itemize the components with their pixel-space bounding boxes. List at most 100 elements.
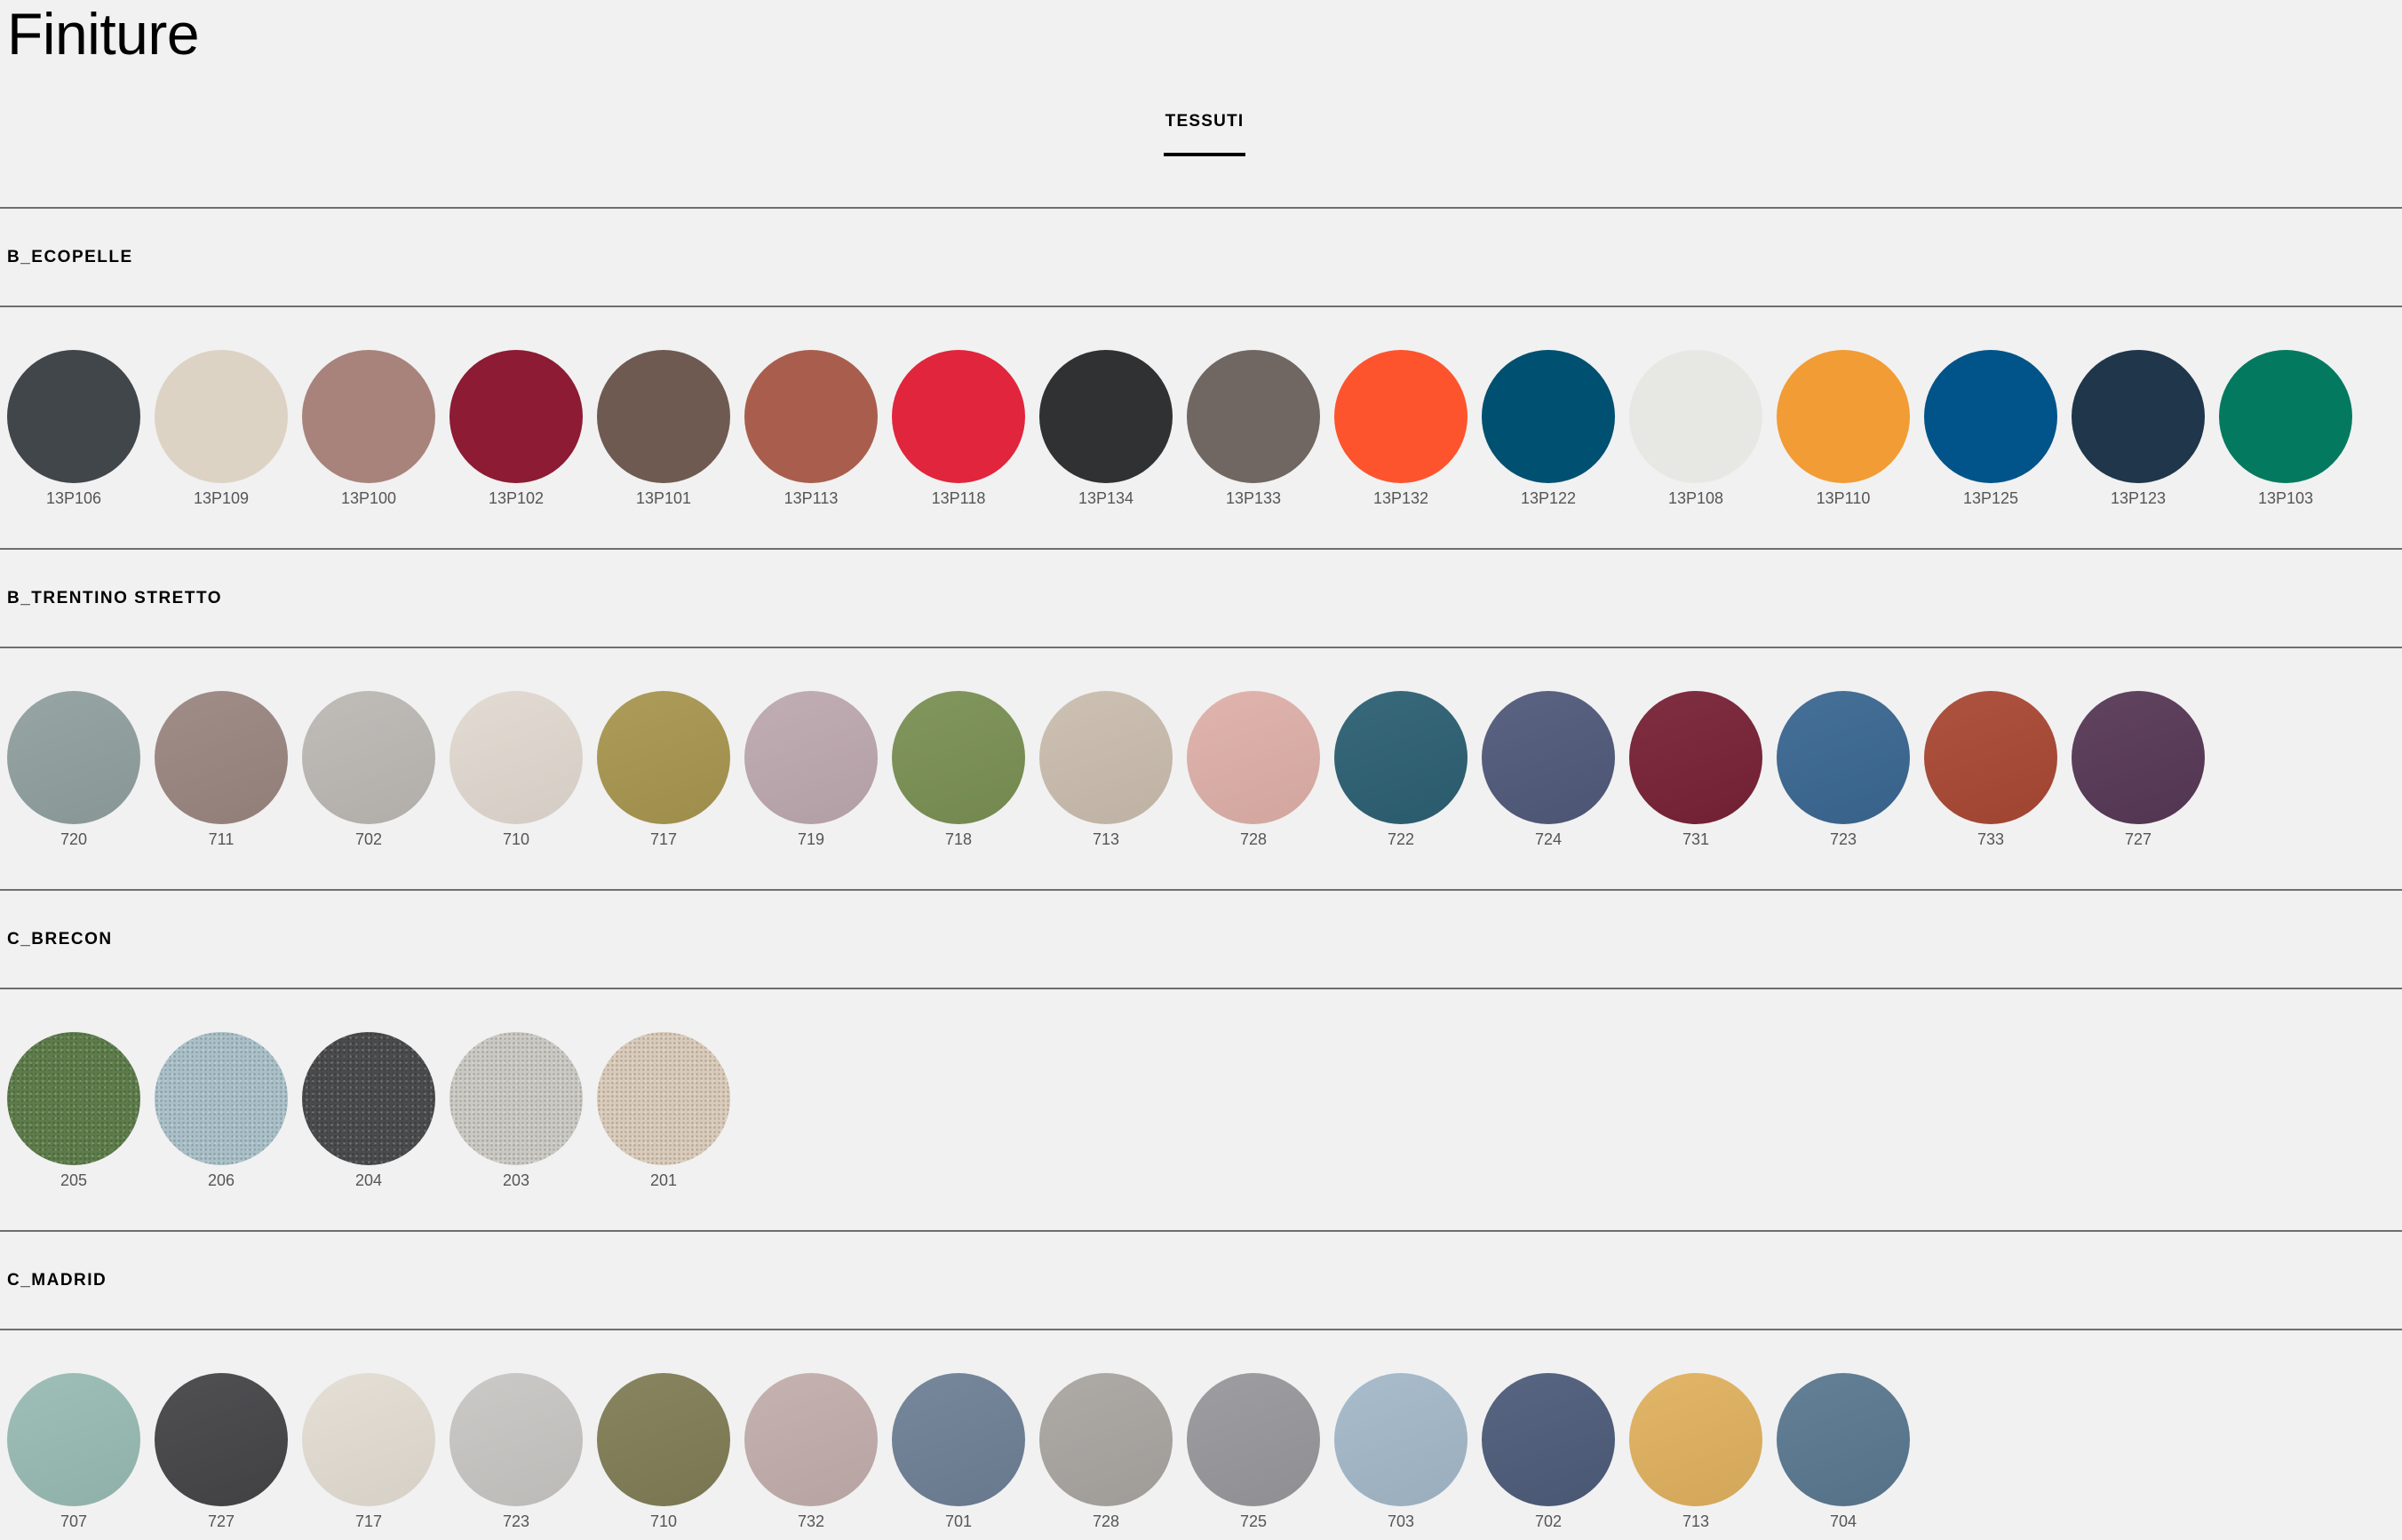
color-swatch[interactable]: 713 (1629, 1373, 1762, 1531)
swatch-color-circle[interactable] (1039, 691, 1173, 824)
color-swatch[interactable]: 728 (1039, 1373, 1173, 1531)
swatch-color-circle[interactable] (2072, 691, 2205, 824)
color-swatch[interactable]: 703 (1334, 1373, 1467, 1531)
color-swatch[interactable]: 732 (744, 1373, 878, 1531)
color-swatch[interactable]: 713 (1039, 691, 1173, 849)
color-swatch[interactable]: 727 (155, 1373, 288, 1531)
color-swatch[interactable]: 710 (449, 691, 583, 849)
color-swatch[interactable]: 717 (597, 691, 730, 849)
color-swatch[interactable]: 702 (302, 691, 435, 849)
color-swatch[interactable]: 733 (1924, 691, 2057, 849)
color-swatch[interactable]: 707 (7, 1373, 140, 1531)
swatch-color-circle[interactable] (7, 1032, 140, 1165)
swatch-color-circle[interactable] (892, 691, 1025, 824)
color-swatch[interactable]: 13P125 (1924, 350, 2057, 508)
color-swatch[interactable]: 201 (597, 1032, 730, 1190)
swatch-color-circle[interactable] (597, 1032, 730, 1165)
swatch-color-circle[interactable] (1777, 350, 1910, 483)
swatch-color-circle[interactable] (449, 1032, 583, 1165)
color-swatch[interactable]: 13P100 (302, 350, 435, 508)
swatch-color-circle[interactable] (1334, 1373, 1467, 1506)
swatch-color-circle[interactable] (449, 691, 583, 824)
swatch-color-circle[interactable] (744, 350, 878, 483)
color-swatch[interactable]: 710 (597, 1373, 730, 1531)
color-swatch[interactable]: 13P110 (1777, 350, 1910, 508)
swatch-color-circle[interactable] (2219, 350, 2352, 483)
swatch-color-circle[interactable] (597, 691, 730, 824)
color-swatch[interactable]: 13P108 (1629, 350, 1762, 508)
swatch-color-circle[interactable] (1482, 691, 1615, 824)
swatch-color-circle[interactable] (7, 350, 140, 483)
swatch-color-circle[interactable] (155, 350, 288, 483)
swatch-color-circle[interactable] (302, 691, 435, 824)
swatch-color-circle[interactable] (1334, 691, 1467, 824)
color-swatch[interactable]: 205 (7, 1032, 140, 1190)
color-swatch[interactable]: 13P122 (1482, 350, 1615, 508)
swatch-color-circle[interactable] (1187, 1373, 1320, 1506)
tab-tessuti[interactable]: TESSUTI (1163, 105, 1246, 156)
swatch-color-circle[interactable] (1039, 350, 1173, 483)
swatch-color-circle[interactable] (7, 691, 140, 824)
color-swatch[interactable]: 701 (892, 1373, 1025, 1531)
color-swatch[interactable]: 702 (1482, 1373, 1615, 1531)
swatch-color-circle[interactable] (1629, 1373, 1762, 1506)
swatch-color-circle[interactable] (302, 1032, 435, 1165)
swatch-color-circle[interactable] (155, 1032, 288, 1165)
color-swatch[interactable]: 711 (155, 691, 288, 849)
color-swatch[interactable]: 720 (7, 691, 140, 849)
color-swatch[interactable]: 13P133 (1187, 350, 1320, 508)
swatch-color-circle[interactable] (302, 350, 435, 483)
swatch-color-circle[interactable] (1924, 691, 2057, 824)
color-swatch[interactable]: 13P106 (7, 350, 140, 508)
color-swatch[interactable]: 203 (449, 1032, 583, 1190)
swatch-color-circle[interactable] (7, 1373, 140, 1506)
color-swatch[interactable]: 13P134 (1039, 350, 1173, 508)
color-swatch[interactable]: 13P123 (2072, 350, 2205, 508)
color-swatch[interactable]: 718 (892, 691, 1025, 849)
color-swatch[interactable]: 719 (744, 691, 878, 849)
color-swatch[interactable]: 728 (1187, 691, 1320, 849)
swatch-color-circle[interactable] (744, 1373, 878, 1506)
color-swatch[interactable]: 13P102 (449, 350, 583, 508)
swatch-color-circle[interactable] (1482, 350, 1615, 483)
swatch-color-circle[interactable] (744, 691, 878, 824)
swatch-color-circle[interactable] (302, 1373, 435, 1506)
color-swatch[interactable]: 717 (302, 1373, 435, 1531)
swatch-color-circle[interactable] (449, 1373, 583, 1506)
color-swatch[interactable]: 204 (302, 1032, 435, 1190)
color-swatch[interactable]: 724 (1482, 691, 1615, 849)
swatch-color-circle[interactable] (1334, 350, 1467, 483)
color-swatch[interactable]: 13P103 (2219, 350, 2352, 508)
swatch-color-circle[interactable] (2072, 350, 2205, 483)
swatch-color-circle[interactable] (1187, 350, 1320, 483)
color-swatch[interactable]: 722 (1334, 691, 1467, 849)
swatch-color-circle[interactable] (1777, 691, 1910, 824)
color-swatch[interactable]: 723 (1777, 691, 1910, 849)
color-swatch[interactable]: 725 (1187, 1373, 1320, 1531)
color-swatch[interactable]: 13P101 (597, 350, 730, 508)
swatch-color-circle[interactable] (449, 350, 583, 483)
swatch-color-circle[interactable] (892, 1373, 1025, 1506)
swatch-color-circle[interactable] (1629, 691, 1762, 824)
swatch-color-circle[interactable] (155, 1373, 288, 1506)
swatch-color-circle[interactable] (1187, 691, 1320, 824)
color-swatch[interactable]: 704 (1777, 1373, 1910, 1531)
color-swatch[interactable]: 13P109 (155, 350, 288, 508)
swatch-code-label: 733 (1976, 830, 2005, 848)
swatch-color-circle[interactable] (597, 1373, 730, 1506)
swatch-color-circle[interactable] (1629, 350, 1762, 483)
swatch-color-circle[interactable] (892, 350, 1025, 483)
color-swatch[interactable]: 723 (449, 1373, 583, 1531)
swatch-color-circle[interactable] (155, 691, 288, 824)
color-swatch[interactable]: 727 (2072, 691, 2205, 849)
swatch-color-circle[interactable] (597, 350, 730, 483)
swatch-color-circle[interactable] (1482, 1373, 1615, 1506)
color-swatch[interactable]: 731 (1629, 691, 1762, 849)
swatch-color-circle[interactable] (1924, 350, 2057, 483)
color-swatch[interactable]: 206 (155, 1032, 288, 1190)
color-swatch[interactable]: 13P132 (1334, 350, 1467, 508)
color-swatch[interactable]: 13P118 (892, 350, 1025, 508)
swatch-color-circle[interactable] (1777, 1373, 1910, 1506)
color-swatch[interactable]: 13P113 (744, 350, 878, 508)
swatch-color-circle[interactable] (1039, 1373, 1173, 1506)
